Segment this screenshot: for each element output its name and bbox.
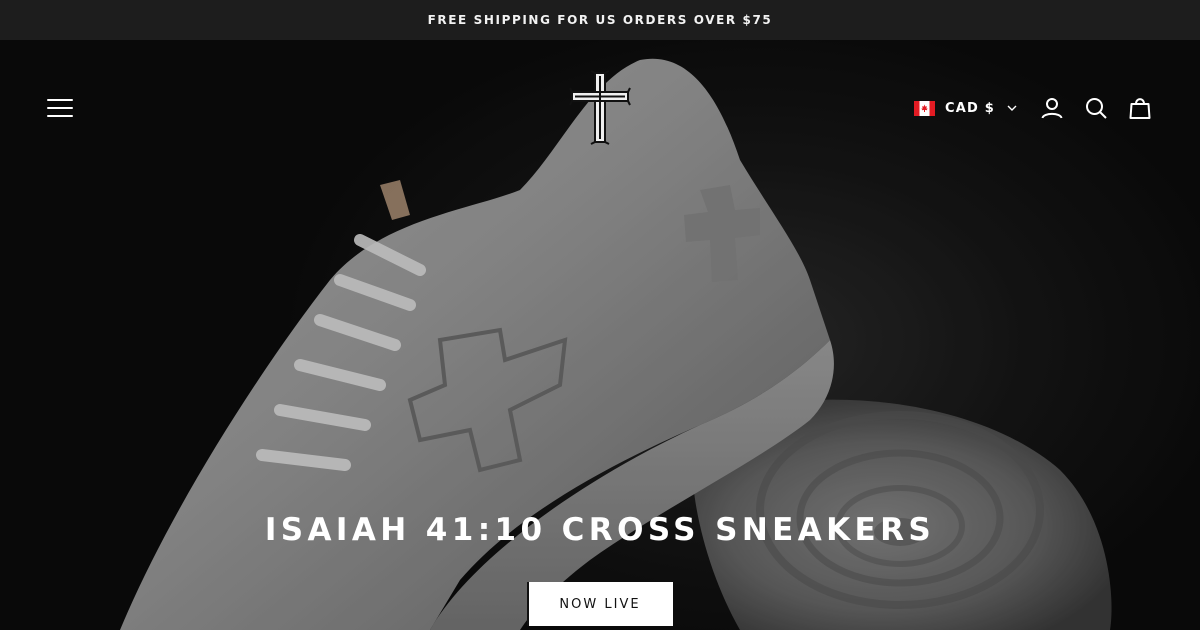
- account-icon[interactable]: [1040, 96, 1064, 120]
- canada-flag-icon: [914, 100, 935, 116]
- search-icon[interactable]: [1084, 96, 1108, 120]
- cross-logo-icon[interactable]: [568, 70, 632, 145]
- now-live-button[interactable]: NOW LIVE: [527, 582, 673, 626]
- currency-selector[interactable]: CAD $: [914, 98, 1017, 118]
- currency-label: CAD $: [945, 100, 995, 116]
- chevron-down-icon: [1007, 105, 1017, 111]
- announcement-text: FREE SHIPPING FOR US ORDERS OVER $75: [427, 13, 773, 27]
- hero-headline: ISAIAH 41:10 CROSS SNEAKERS: [264, 512, 936, 548]
- shopping-bag-icon[interactable]: [1128, 96, 1152, 120]
- hamburger-menu-icon[interactable]: [46, 96, 74, 120]
- site-header: CAD $: [0, 40, 1200, 175]
- announcement-bar: FREE SHIPPING FOR US ORDERS OVER $75: [0, 0, 1200, 40]
